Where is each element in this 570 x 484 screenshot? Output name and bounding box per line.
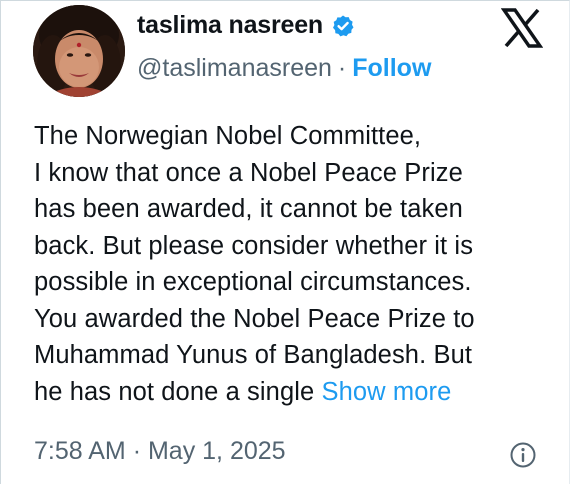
tweet-line: has been awarded, it cannot be taken — [34, 195, 463, 223]
x-logo-icon[interactable] — [500, 7, 544, 49]
author-name-row: taslima nasreen — [137, 11, 355, 40]
avatar[interactable] — [33, 5, 125, 97]
author-name[interactable]: taslima nasreen — [137, 11, 323, 40]
info-icon[interactable] — [509, 441, 537, 469]
tweet-last-line: he has not done a single Show more — [34, 374, 554, 411]
tweet-date[interactable]: May 1, 2025 — [148, 437, 286, 465]
author-handle[interactable]: @taslimanasreen — [137, 54, 332, 83]
avatar-image — [33, 5, 125, 97]
verified-badge-icon — [331, 14, 355, 38]
tweet-text: The Norwegian Nobel Committee, I know th… — [34, 118, 554, 410]
tweet-line: Muhammad Yunus of Bangladesh. But — [34, 341, 473, 369]
tweet-line: possible in exceptional circumstances. — [34, 268, 472, 296]
tweet-meta: 7:58 AM · May 1, 2025 — [34, 437, 286, 466]
tweet-line: The Norwegian Nobel Committee, — [34, 122, 422, 150]
tweet-line: You awarded the Nobel Peace Prize to — [34, 304, 475, 333]
handle-row: @taslimanasreen · Follow — [137, 54, 431, 83]
tweet-line: back. But please consider whether it is — [34, 231, 474, 260]
meta-separator: · — [132, 437, 142, 465]
tweet-time[interactable]: 7:58 AM — [34, 437, 126, 465]
follow-button[interactable]: Follow — [352, 54, 431, 83]
tweet-card: taslima nasreen @taslimanasreen · Follow… — [0, 0, 570, 484]
handle-separator: · — [337, 54, 347, 82]
tweet-line: I know that once a Nobel Peace Prize — [34, 158, 463, 187]
tweet-line: he has not done a single — [34, 377, 315, 406]
show-more-link[interactable]: Show more — [321, 378, 451, 406]
